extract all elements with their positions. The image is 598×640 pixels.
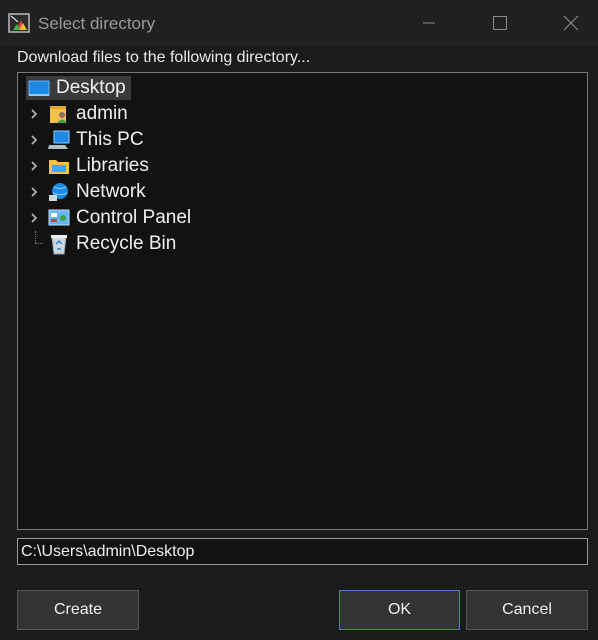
tree-item-network[interactable]: Network	[18, 180, 587, 204]
chevron-right-icon[interactable]	[27, 185, 41, 199]
tree-item-admin[interactable]: admin	[18, 102, 587, 126]
libraries-folder-icon	[49, 160, 69, 174]
app-icon	[8, 13, 30, 33]
create-button[interactable]: Create	[17, 590, 139, 630]
tree-item-label: Control Panel	[76, 207, 192, 228]
tree-item-label: Desktop	[56, 77, 126, 98]
chevron-right-icon[interactable]	[27, 159, 41, 173]
close-button[interactable]	[548, 0, 594, 46]
tree-item-label: Network	[76, 181, 146, 202]
user-folder-icon	[50, 106, 67, 123]
cancel-button[interactable]: Cancel	[466, 590, 588, 630]
chevron-right-icon[interactable]	[27, 107, 41, 121]
directory-path-input[interactable]	[17, 538, 588, 565]
close-icon	[563, 15, 579, 31]
tree-item-this-pc[interactable]: This PC	[18, 128, 587, 152]
tree-item-control-panel[interactable]: Control Panel	[18, 206, 587, 230]
directory-tree[interactable]: Desktop admin This PC Libraries Network …	[17, 72, 588, 530]
maximize-button[interactable]	[477, 0, 523, 46]
tree-item-label: This PC	[76, 129, 144, 150]
title-bar[interactable]: Select directory	[0, 0, 598, 46]
network-icon	[49, 183, 68, 201]
recycle-bin-icon	[51, 235, 67, 255]
tree-item-libraries[interactable]: Libraries	[18, 154, 587, 178]
tree-item-label: Recycle Bin	[76, 233, 177, 254]
maximize-icon	[493, 16, 507, 30]
minimize-icon	[423, 22, 435, 24]
tree-item-label: Libraries	[76, 155, 149, 176]
tree-item-label: admin	[76, 103, 128, 124]
control-panel-icon	[48, 209, 70, 226]
minimize-button[interactable]	[406, 0, 452, 46]
desktop-icon	[28, 80, 50, 96]
tree-item-recycle-bin[interactable]: Recycle Bin	[18, 232, 587, 256]
dialog-caption: Download files to the following director…	[17, 49, 311, 66]
chevron-right-icon[interactable]	[27, 211, 41, 225]
tree-item-desktop[interactable]: Desktop	[18, 76, 587, 100]
computer-icon	[48, 130, 70, 149]
window-title: Select directory	[38, 14, 156, 33]
select-directory-dialog: Select directory Download files to the f…	[0, 0, 598, 640]
chevron-right-icon[interactable]	[27, 133, 41, 147]
ok-button[interactable]: OK	[339, 590, 460, 630]
